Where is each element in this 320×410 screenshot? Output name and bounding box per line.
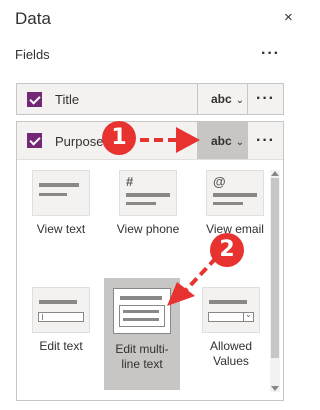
annotation-arrow-1-head bbox=[176, 127, 200, 153]
annotation-arrow-2-head bbox=[167, 282, 195, 306]
annotation-arrows bbox=[140, 127, 218, 306]
annotation-badge-1: 1 bbox=[102, 121, 136, 155]
annotation-badge-2: 2 bbox=[210, 233, 244, 267]
annotation-arrow-2-line bbox=[184, 256, 218, 292]
